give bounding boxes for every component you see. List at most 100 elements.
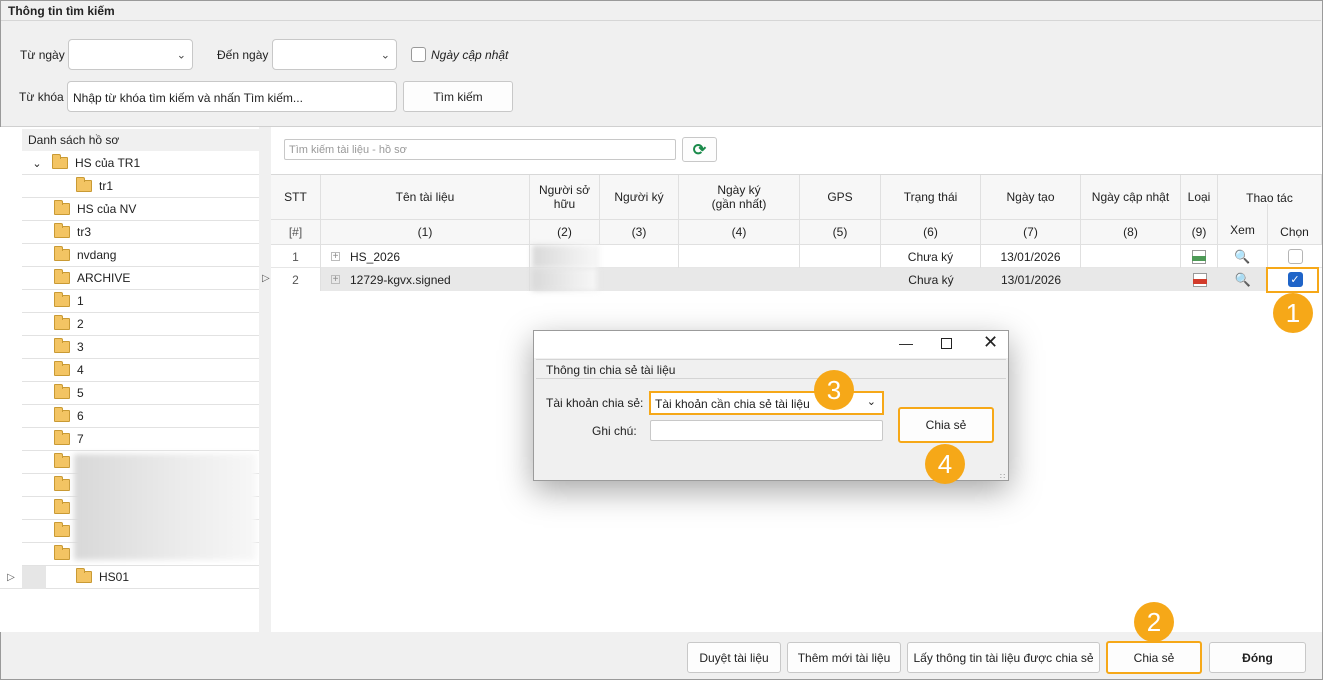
from-date-picker[interactable]: ⌄ <box>68 39 193 70</box>
folder-icon <box>54 545 70 560</box>
tree-item-7[interactable]: 7 <box>22 428 259 451</box>
view-button[interactable]: 🔍 <box>1218 245 1268 268</box>
search-section-title: Thông tin tìm kiếm <box>8 4 115 18</box>
tree-item-tr1[interactable]: tr1 <box>22 175 259 198</box>
expand-icon[interactable]: ▷ <box>0 572 22 583</box>
folder-icon <box>76 177 92 192</box>
folder-icon <box>54 269 70 284</box>
tree-item-label: 4 <box>77 363 84 377</box>
updated-date-checkbox[interactable] <box>411 47 426 62</box>
fetch-shared-button[interactable]: Lấy thông tin tài liệu được chia sẻ <box>907 642 1100 673</box>
note-label: Ghi chú: <box>592 424 637 438</box>
folder-icon <box>54 384 70 399</box>
from-date-label: Từ ngày <box>20 48 65 62</box>
view-document-icon: 🔍 <box>1234 271 1252 287</box>
minimize-icon: — <box>899 335 913 351</box>
chevron-down-icon: ⌄ <box>176 49 186 61</box>
folder-icon <box>52 154 68 169</box>
keyword-input[interactable]: Nhập từ khóa tìm kiếm và nhấn Tìm kiếm..… <box>67 81 397 112</box>
doc-file-icon <box>1192 249 1206 264</box>
resize-grip-icon[interactable]: ∷ <box>1000 472 1005 481</box>
row-pointer-icon: ▷ <box>262 273 270 284</box>
tree-item-hs01[interactable]: ▷ HS01 <box>0 565 259 589</box>
folder-tree-list: ⌄ HS của TR1 tr1 HS của NV tr3 nvdang AR… <box>22 152 259 566</box>
chevron-down-icon[interactable]: ⌄ <box>22 157 52 170</box>
row-type <box>1181 268 1218 291</box>
row-name: 12729-kgvx.signed <box>350 272 451 287</box>
tree-item-1[interactable]: 1 <box>22 290 259 313</box>
col-index-owner: (2) <box>530 220 600 244</box>
col-header-created: Ngày tạo <box>981 175 1081 219</box>
col-header-signer: Người ký <box>600 175 679 219</box>
tree-item-archive[interactable]: ARCHIVE <box>22 267 259 290</box>
folder-tree-title: Danh sách hồ sơ <box>22 129 259 151</box>
select-checkbox[interactable] <box>1287 249 1303 264</box>
tree-item-nvdang[interactable]: nvdang <box>22 244 259 267</box>
note-input[interactable] <box>650 420 883 441</box>
document-search-input[interactable]: Tìm kiếm tài liệu - hồ sơ <box>284 139 676 160</box>
table-row[interactable]: 1 + HS_2026 Chưa ký 13/01/2026 🔍 <box>271 245 1322 268</box>
account-label: Tài khoản chia sẻ: <box>546 396 644 410</box>
share-group-title: Thông tin chia sẻ tài liệu <box>536 359 1006 379</box>
col-index-signdate: (4) <box>679 220 800 244</box>
tree-item-label: 5 <box>77 386 84 400</box>
tree-item-5[interactable]: 5 <box>22 382 259 405</box>
row-select-cell[interactable] <box>1268 245 1322 268</box>
maximize-button[interactable] <box>941 338 952 349</box>
folder-icon <box>54 292 70 307</box>
row-gps <box>800 245 881 268</box>
step-4-badge: 4 <box>925 444 965 484</box>
folder-icon <box>54 338 70 353</box>
step-3-badge: 3 <box>814 370 854 410</box>
tree-item-label: 2 <box>77 317 84 331</box>
account-select-value: Tài khoản cần chia sẻ tài liệu <box>655 397 810 411</box>
row-name-cell[interactable]: + HS_2026 <box>321 245 530 268</box>
row-created: 13/01/2026 <box>1000 272 1062 287</box>
row-created: 13/01/2026 <box>981 245 1081 268</box>
browse-documents-button[interactable]: Duyệt tài liệu <box>687 642 781 673</box>
folder-icon <box>54 223 70 238</box>
row-name-cell[interactable]: + 12729-kgvx.signed <box>321 268 530 291</box>
view-button[interactable]: 🔍 <box>1218 268 1268 291</box>
folder-icon <box>54 476 70 491</box>
add-document-button[interactable]: Thêm mới tài liệu <box>787 642 901 673</box>
close-icon: ✕ <box>983 332 999 352</box>
refresh-button[interactable]: ⟳ <box>682 137 717 162</box>
tree-item-hs-tr1[interactable]: ⌄ HS của TR1 <box>22 152 259 175</box>
col-header-status: Trạng thái <box>881 175 981 219</box>
col-index-type: (9) <box>1181 220 1218 244</box>
expand-plus-icon[interactable]: + <box>331 274 340 285</box>
col-header-view: Xem <box>1218 204 1268 244</box>
row-status: Chưa ký <box>881 245 981 268</box>
table-row[interactable]: ▷ 2 + 12729-kgvx.signed Chưa ký 13/01/20… <box>262 268 1322 291</box>
tree-item-3[interactable]: 3 <box>22 336 259 359</box>
folder-icon <box>54 499 70 514</box>
dialog-share-button[interactable]: Chia sẻ <box>898 407 994 443</box>
close-footer-button[interactable]: Đóng <box>1209 642 1306 673</box>
col-index-status: (6) <box>881 220 981 244</box>
tree-item-2[interactable]: 2 <box>22 313 259 336</box>
expand-plus-icon[interactable]: + <box>331 251 340 262</box>
tree-item-6[interactable]: 6 <box>22 405 259 428</box>
col-index-stt: [#] <box>271 220 321 244</box>
row-status: Chưa ký <box>908 272 954 287</box>
redacted-owner <box>532 268 598 291</box>
tree-item-hs-nv[interactable]: HS của NV <box>22 198 259 221</box>
folder-icon <box>54 246 70 261</box>
tree-item-label: nvdang <box>77 248 117 262</box>
close-button[interactable]: ✕ <box>983 332 998 353</box>
share-button[interactable]: Chia sẻ <box>1106 641 1202 674</box>
tree-item-4[interactable]: 4 <box>22 359 259 382</box>
document-grid: STT Tên tài liệu Người sở hữu Người ký N… <box>262 174 1322 291</box>
step-1-highlight <box>1266 267 1319 293</box>
folder-icon <box>54 315 70 330</box>
search-button[interactable]: Tìm kiếm <box>403 81 513 112</box>
tree-item-label: 7 <box>77 432 84 446</box>
to-date-picker[interactable]: ⌄ <box>272 39 397 70</box>
row-stt: 1 <box>271 245 321 268</box>
tree-item-tr3[interactable]: tr3 <box>22 221 259 244</box>
step-2-badge: 2 <box>1134 602 1174 642</box>
minimize-button[interactable]: — <box>899 335 913 351</box>
col-header-type: Loại <box>1181 175 1218 219</box>
col-header-select: Chọn <box>1268 204 1322 244</box>
